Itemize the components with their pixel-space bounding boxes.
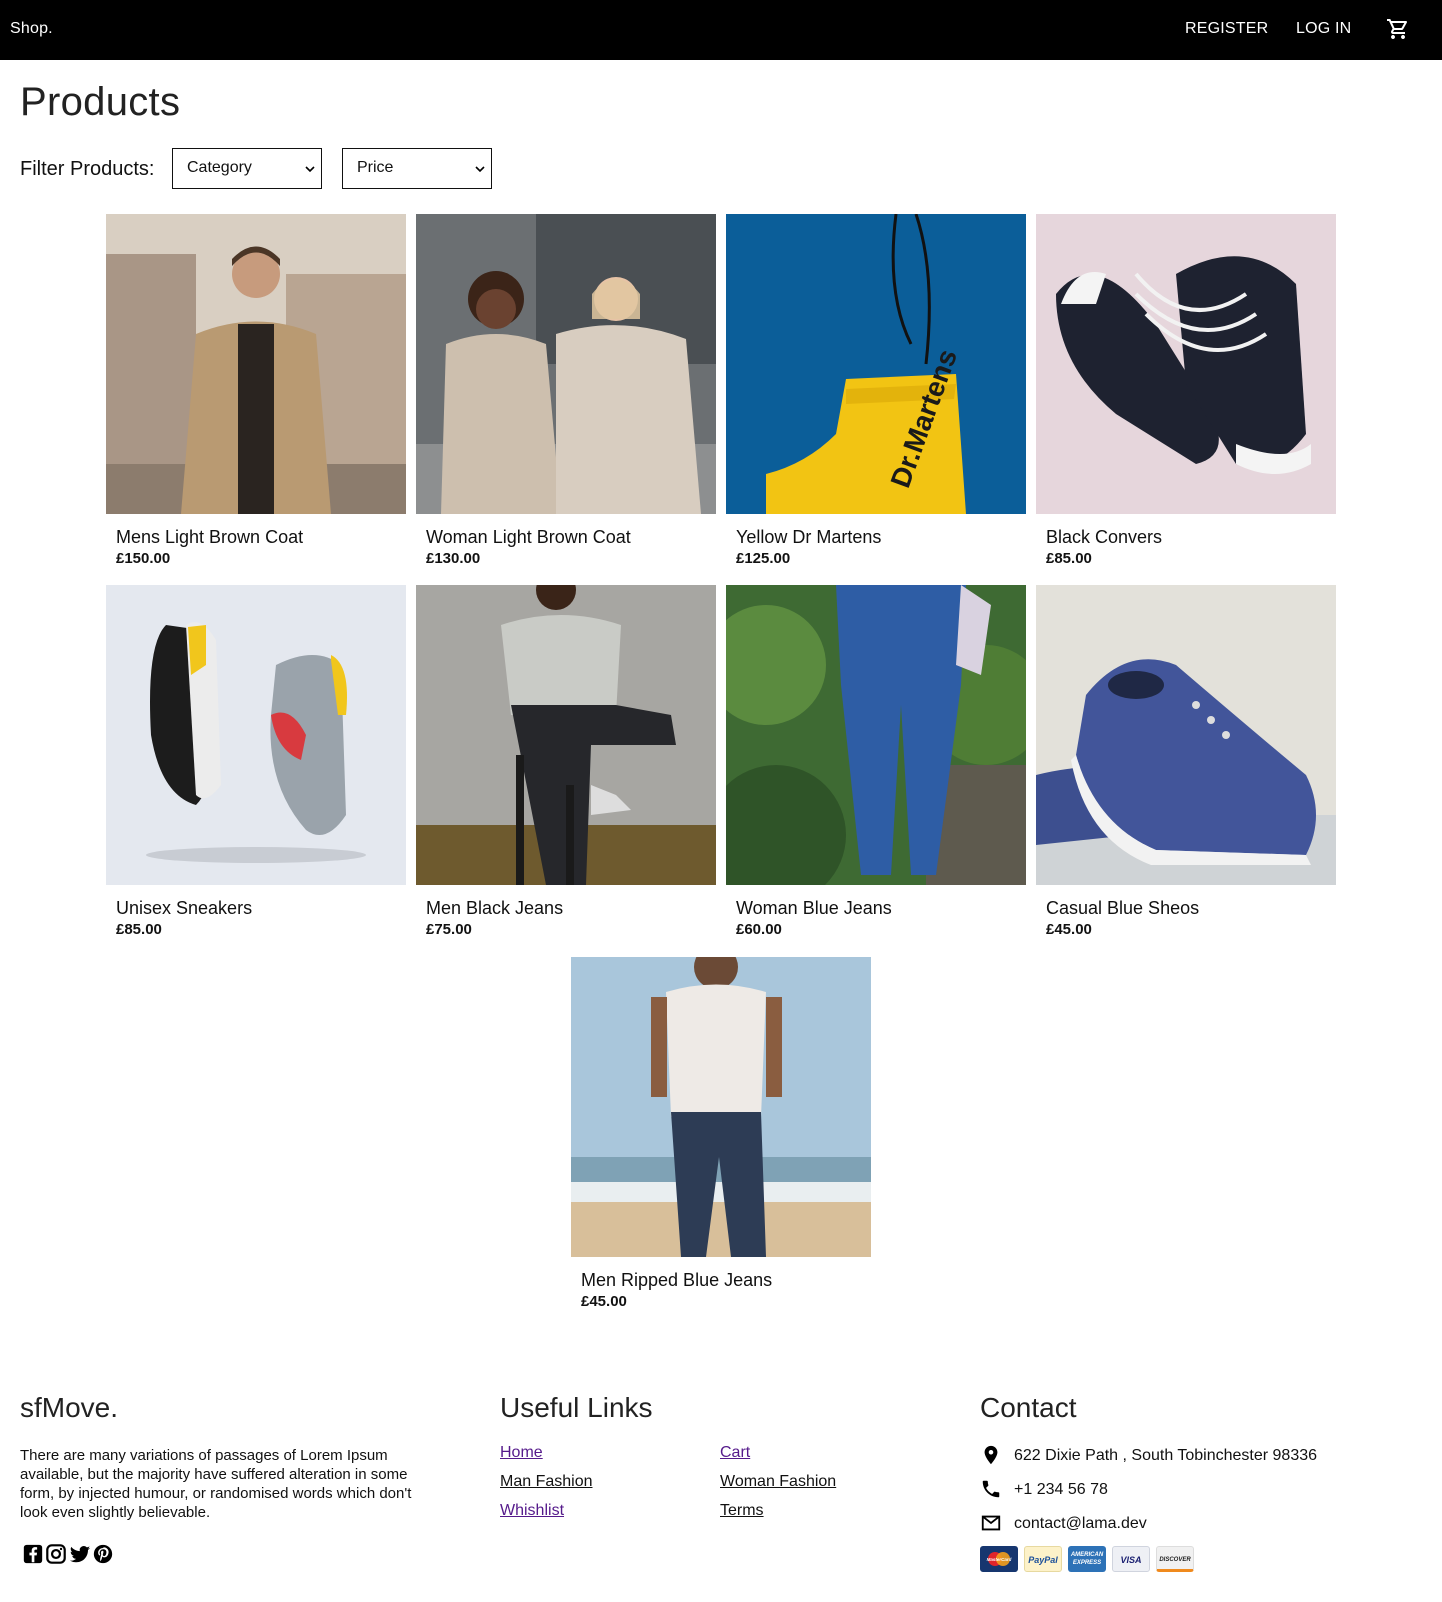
twitter-icon[interactable] [69,1543,91,1565]
product-price: £45.00 [581,1293,627,1310]
product-card[interactable]: Casual Blue Sheos £45.00 [1036,585,1336,955]
product-image[interactable]: Dr.Martens [726,214,1026,514]
email-icon [981,1515,1001,1531]
product-name[interactable]: Men Ripped Blue Jeans [581,1270,772,1291]
product-image[interactable] [1036,585,1336,885]
chevron-down-icon [305,166,315,173]
category-select-value: Category [187,159,252,176]
mastercard-icon: MasterCard [980,1546,1018,1572]
product-name[interactable]: Yellow Dr Martens [736,527,881,548]
product-name[interactable]: Woman Blue Jeans [736,898,892,919]
price-select[interactable]: Price [342,148,492,189]
brand-logo[interactable]: Shop. [10,20,53,38]
product-name[interactable]: Casual Blue Sheos [1046,898,1199,919]
product-name[interactable]: Mens Light Brown Coat [116,527,303,548]
product-image[interactable] [106,214,406,514]
product-image[interactable] [1036,214,1336,514]
navbar: Shop. REGISTER LOG IN [0,0,1442,60]
product-card[interactable]: Men Ripped Blue Jeans £45.00 [571,957,871,1327]
visa-icon: VISA [1112,1546,1150,1572]
footer-link-terms[interactable]: Terms [720,1502,764,1520]
pinterest-icon[interactable] [92,1543,114,1565]
cart-icon[interactable] [1386,17,1410,41]
product-card[interactable]: Mens Light Brown Coat £150.00 [106,214,406,584]
contact-email-text[interactable]: contact@lama.dev [1014,1515,1147,1533]
product-price: £60.00 [736,921,782,938]
price-select-value: Price [357,159,394,176]
footer-description: There are many variations of passages of… [20,1447,412,1521]
product-image[interactable] [726,585,1026,885]
amex-icon: AMERICAN EXPRESS [1068,1546,1106,1572]
footer-link-cart[interactable]: Cart [720,1444,750,1462]
product-price: £45.00 [1046,921,1092,938]
paypal-icon: PayPal [1024,1546,1062,1572]
footer-link-woman-fashion[interactable]: Woman Fashion [720,1473,836,1491]
category-select[interactable]: Category [172,148,322,189]
product-card[interactable]: Dr.Martens Yellow Dr Martens £125.00 [726,214,1026,584]
login-link[interactable]: LOG IN [1296,20,1351,38]
product-price: £125.00 [736,550,791,567]
footer-link-home[interactable]: Home [500,1444,543,1462]
phone-icon [982,1480,1000,1498]
product-card[interactable]: Black Convers £85.00 [1036,214,1336,584]
product-name[interactable]: Woman Light Brown Coat [426,527,631,548]
product-price: £130.00 [426,550,481,567]
product-price: £75.00 [426,921,472,938]
contact-phone-text: +1 234 56 78 [1014,1481,1108,1498]
product-card[interactable]: Woman Light Brown Coat £130.00 [416,214,716,584]
location-pin-icon [984,1445,998,1465]
instagram-icon[interactable] [45,1543,67,1565]
product-price: £85.00 [116,921,162,938]
footer-link-man-fashion[interactable]: Man Fashion [500,1473,593,1491]
contact-title: Contact [980,1392,1077,1423]
page-title: Products [20,80,181,124]
product-image[interactable] [571,957,871,1257]
filter-label: Filter Products: [20,158,155,180]
product-price: £150.00 [116,550,171,567]
product-card[interactable]: Woman Blue Jeans £60.00 [726,585,1026,955]
footer-brand: sfMove. [20,1392,119,1423]
useful-links-title: Useful Links [500,1392,653,1423]
product-image[interactable] [106,585,406,885]
product-image[interactable] [416,585,716,885]
footer-link-whishlist[interactable]: Whishlist [500,1502,564,1520]
chevron-down-icon [475,166,485,173]
facebook-icon[interactable] [22,1543,44,1565]
product-image[interactable] [416,214,716,514]
product-name[interactable]: Men Black Jeans [426,898,563,919]
register-link[interactable]: REGISTER [1185,20,1268,38]
product-card[interactable]: Unisex Sneakers £85.00 [106,585,406,955]
mastercard-label: MasterCard [987,1557,1012,1562]
product-card[interactable]: Men Black Jeans £75.00 [416,585,716,955]
product-name[interactable]: Black Convers [1046,527,1162,548]
product-price: £85.00 [1046,550,1092,567]
product-name[interactable]: Unisex Sneakers [116,898,252,919]
discover-icon: DISCOVER [1156,1546,1194,1572]
contact-address-text: 622 Dixie Path , South Tobinchester 9833… [1014,1447,1318,1464]
